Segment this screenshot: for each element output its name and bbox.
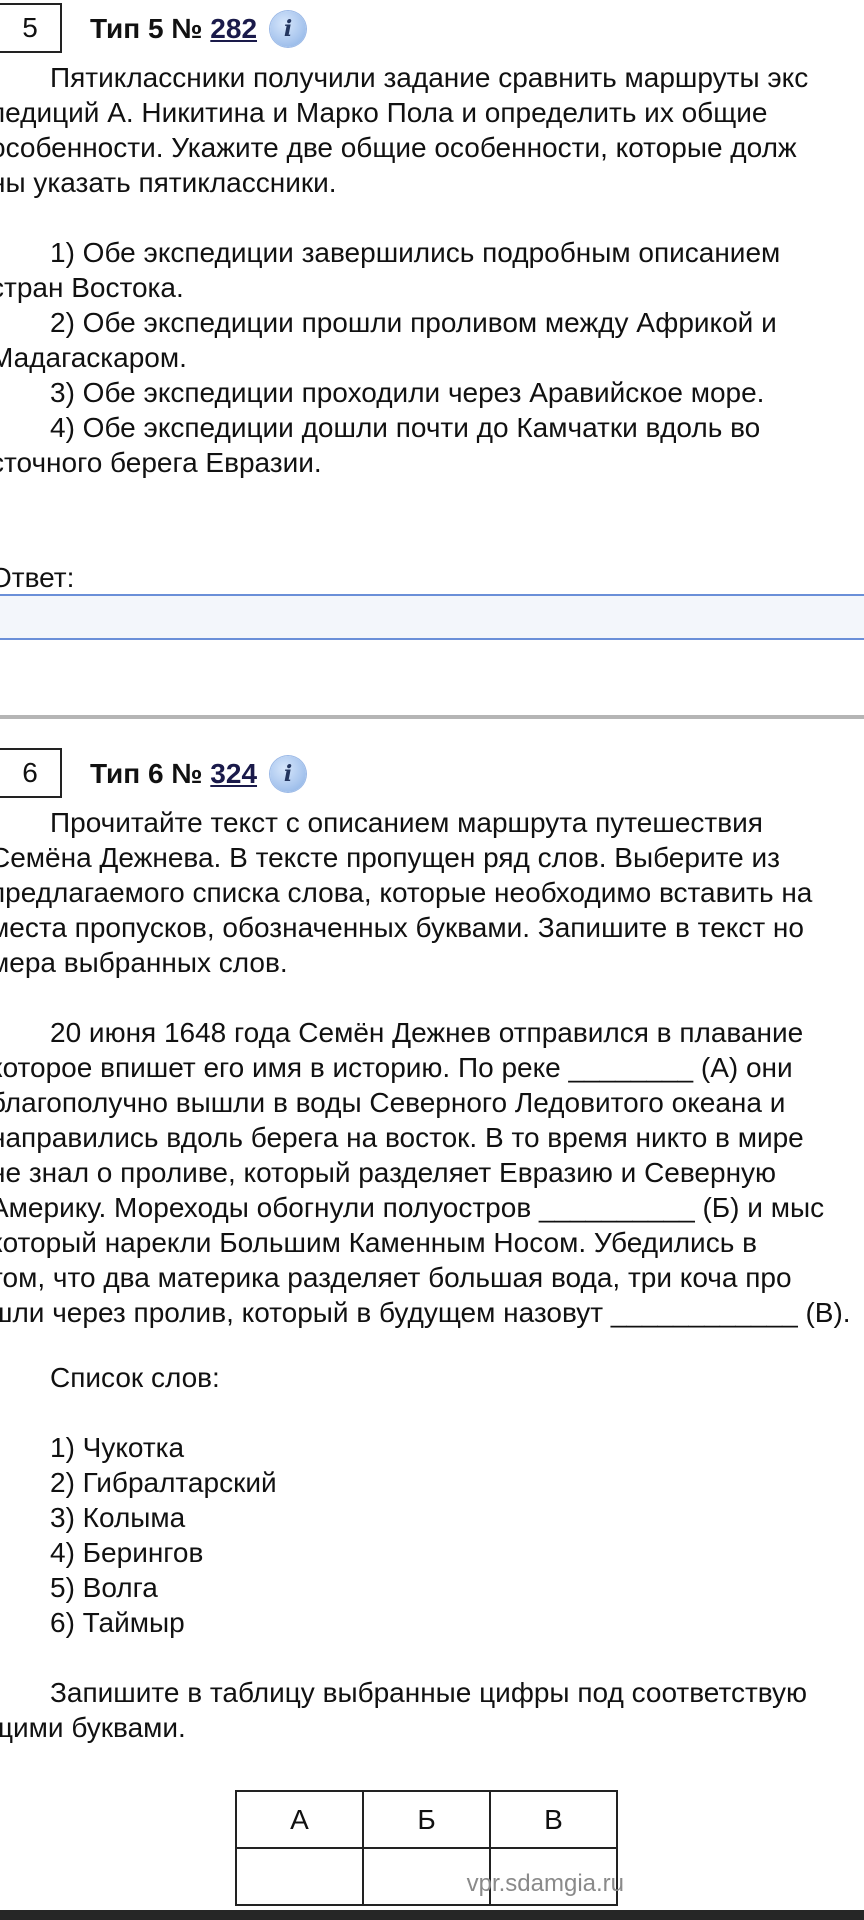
word-list-item: 1) Чукотка	[50, 1432, 185, 1463]
q6-intro-line: места пропусков, обозначенных буквами. З…	[0, 912, 804, 943]
watermark: vpr.sdamgia.ru	[466, 1870, 624, 1897]
word-list-item: 6) Таймыр	[50, 1607, 185, 1638]
q6-story-line: том, что два материка разделяет большая …	[0, 1262, 792, 1293]
q5-paragraph-line: особенности. Укажите две общие особеннос…	[0, 132, 797, 163]
q6-story-line: не знал о проливе, который разделяет Евр…	[0, 1157, 777, 1188]
q5-option: сточного берега Евразии.	[0, 447, 322, 478]
task-link-324[interactable]: 324	[210, 758, 257, 789]
question-5-header: Тип 5 № 282	[90, 15, 257, 43]
q6-story-line: благополучно вышли в воды Северного Ледо…	[0, 1087, 786, 1118]
word-list-item: 5) Волга	[50, 1572, 158, 1603]
table-header-b: Б	[362, 1790, 491, 1849]
task-link-282[interactable]: 282	[210, 13, 257, 44]
q6-intro-line: Прочитайте текст с описанием маршрута пу…	[50, 807, 763, 838]
q6-story-line: шли через пролив, который в будущем назо…	[0, 1297, 851, 1328]
q6-instruction-line: Запишите в таблицу выбранные цифры под с…	[50, 1677, 808, 1708]
info-icon[interactable]: i	[270, 756, 306, 792]
question-number-5: 5	[0, 3, 62, 53]
q6-story-line: Америку. Мореходы обогнули полуостров __…	[0, 1192, 825, 1223]
q5-option: Мадагаскаром.	[0, 342, 187, 373]
answer-label: Ответ:	[0, 562, 75, 593]
q5-paragraph-line: Пятиклассники получили задание сравнить …	[50, 62, 809, 93]
q6-intro-line: предлагаемого списка слова, которые необ…	[0, 877, 813, 908]
q5-option: 4) Обе экспедиции дошли почти до Камчатк…	[50, 412, 761, 443]
q5-option: стран Востока.	[0, 272, 184, 303]
type-label: Тип 6 №	[90, 758, 211, 789]
q6-story-line: направились вдоль берега на восток. В то…	[0, 1122, 804, 1153]
word-list-item: 2) Гибралтарский	[50, 1467, 277, 1498]
word-list-title: Список слов:	[50, 1362, 220, 1393]
info-icon[interactable]: i	[270, 11, 306, 47]
q5-paragraph-line: ны указать пятиклассники.	[0, 167, 337, 198]
word-list-item: 4) Берингов	[50, 1537, 204, 1568]
q5-option: 3) Обе экспедиции проходили через Аравий…	[50, 377, 765, 408]
q6-intro-line: мера выбранных слов.	[0, 947, 288, 978]
bottom-bar	[0, 1910, 864, 1920]
type-label: Тип 5 №	[90, 13, 211, 44]
answer-input[interactable]	[0, 594, 864, 640]
q5-option: 1) Обе экспедиции завершились подробным …	[50, 237, 781, 268]
q6-story-line: который нарекли Большим Каменным Носом. …	[0, 1227, 757, 1258]
question-6-header: Тип 6 № 324	[90, 760, 257, 788]
q6-story-line: 20 июня 1648 года Семён Дежнев отправилс…	[50, 1017, 804, 1048]
q6-intro-line: Семёна Дежнева. В тексте пропущен ряд сл…	[0, 842, 780, 873]
word-list-item: 3) Колыма	[50, 1502, 186, 1533]
answer-cell-a[interactable]	[235, 1847, 364, 1906]
q6-story-line: которое впишет его имя в историю. По рек…	[0, 1052, 793, 1083]
q5-paragraph-line: педиций А. Никитина и Марко Пола и опред…	[0, 97, 768, 128]
table-header-v: В	[489, 1790, 618, 1849]
section-divider	[0, 715, 864, 719]
question-number-6: 6	[0, 748, 62, 798]
q5-option: 2) Обе экспедиции прошли проливом между …	[50, 307, 777, 338]
q6-instruction-line: щими буквами.	[0, 1712, 186, 1743]
table-header-a: А	[235, 1790, 364, 1849]
